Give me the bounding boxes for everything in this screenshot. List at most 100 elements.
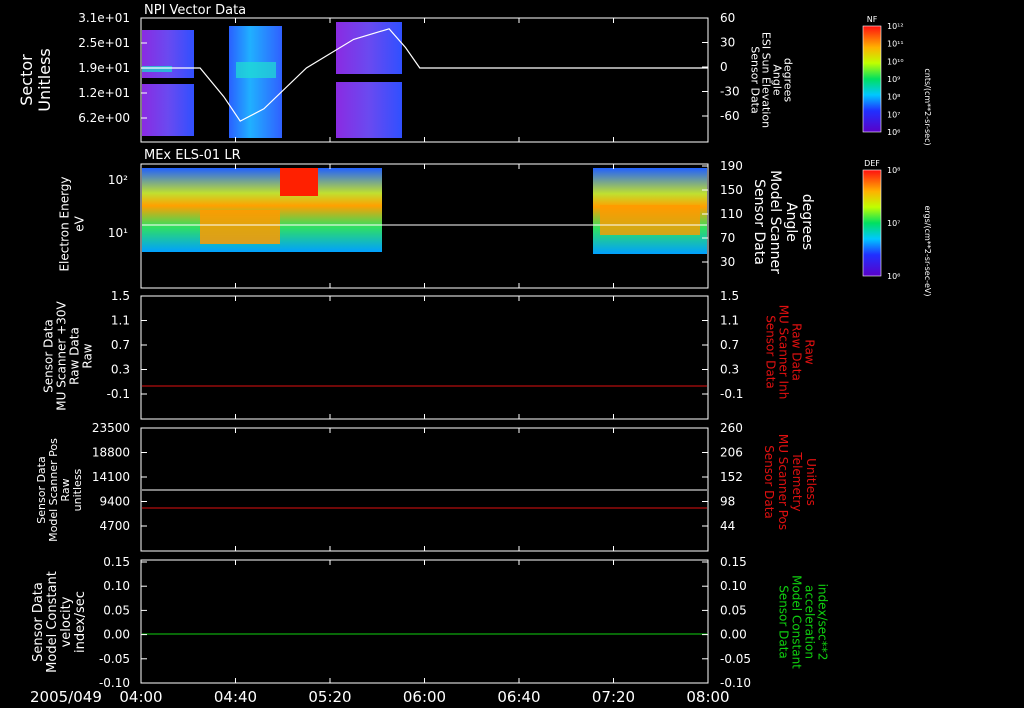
colorbar-tick: 10¹² <box>887 22 904 31</box>
panel3-left-label: Sensor Data <box>42 319 56 393</box>
right-tick-label: 44 <box>720 519 735 533</box>
left-tick-label: 0.3 <box>111 363 130 377</box>
right-tick-label: 110 <box>720 207 743 221</box>
panel5-right-label: acceleration <box>803 585 817 659</box>
panel2-title: MEx ELS-01 LR <box>144 148 241 163</box>
left-tick-label: 1.5 <box>111 289 130 303</box>
right-tick-label: 260 <box>720 421 743 435</box>
colorbar-title: DEF <box>864 159 880 168</box>
colorbar-tick: 10¹¹ <box>887 40 904 49</box>
colorbar-nf <box>862 25 882 133</box>
left-tick-label: 18800 <box>92 446 130 460</box>
right-tick-label: 60 <box>720 11 735 25</box>
right-tick-label: 0.7 <box>720 338 739 352</box>
panel1-frame <box>140 17 709 143</box>
left-tick-label: 1.2e+01 <box>78 86 130 100</box>
right-tick-label: 0.00 <box>720 628 747 642</box>
time-tick-label: 06:40 <box>497 688 540 706</box>
left-tick-label: 0.15 <box>103 555 130 569</box>
right-tick-label: 30 <box>720 36 735 50</box>
colorbar-tick: 10⁷ <box>887 110 900 119</box>
right-tick-label: 1.5 <box>720 289 739 303</box>
panel4-right-label: Unitless <box>804 458 818 506</box>
panel3-right-label: Raw <box>803 339 817 364</box>
panel1-ylabel: Sector <box>17 54 36 106</box>
panel2-ylabel: Electron Energy <box>58 176 72 271</box>
panel4-left-label: unitless <box>71 468 84 511</box>
right-tick-label: 0.15 <box>720 555 747 569</box>
left-tick-label: 14100 <box>92 470 130 484</box>
left-tick-label: 0.05 <box>103 603 130 617</box>
colorbar-tick: 10⁶ <box>887 272 900 281</box>
colorbar-tick: 10⁷ <box>887 219 900 228</box>
time-tick-label: 04:40 <box>214 688 257 706</box>
left-tick-label: 10² <box>108 173 128 187</box>
time-tick-label: 08:00 <box>686 688 729 706</box>
panel2-right-label: Model Scanner <box>767 170 783 274</box>
panel4-right-label: Sensor Data <box>762 445 776 519</box>
right-tick-label: 70 <box>720 231 735 245</box>
panel2-right-label: degrees <box>799 194 815 250</box>
colorbar-tick: 10⁸ <box>887 93 900 102</box>
left-tick-label: 23500 <box>92 421 130 435</box>
right-tick-label: 1.1 <box>720 314 739 328</box>
panel5-right-label: Sensor Data <box>777 585 791 659</box>
right-tick-label: 0.3 <box>720 363 739 377</box>
colorbar-title: NF <box>867 15 878 24</box>
right-tick-label: 0.10 <box>720 579 747 593</box>
panel2-right-label: Sensor Data <box>751 179 767 265</box>
right-tick-label: 152 <box>720 470 743 484</box>
panel1-right-label: degrees <box>782 58 795 103</box>
left-tick-label: -0.05 <box>99 652 130 666</box>
right-tick-label: 206 <box>720 446 743 460</box>
panel5-left-label: Sensor Data <box>31 582 46 662</box>
panel5-right-label: index/sec**2 <box>816 584 830 661</box>
panel3-left-label: Raw Data <box>68 327 82 385</box>
left-tick-label: 6.2e+00 <box>78 111 130 125</box>
panel3-left-label: MU Scanner +30V <box>55 301 69 411</box>
right-tick-label: -0.1 <box>720 387 743 401</box>
colorbar-tick: 10⁸ <box>887 166 900 175</box>
colorbar-units: ergs/(cm**2-sr-sec-eV) <box>923 205 932 296</box>
right-tick-label: 98 <box>720 495 735 509</box>
left-tick-label: 1.1 <box>111 314 130 328</box>
panel1-ylabel: Unitless <box>35 48 54 112</box>
right-tick-label: 0 <box>720 60 728 74</box>
colorbar-tick: 10¹⁰ <box>887 57 904 66</box>
panel2-ylabel: eV <box>73 215 87 231</box>
panel2-right-label: Angle <box>783 202 799 242</box>
left-tick-label: 0.00 <box>103 628 130 642</box>
time-tick-label: 07:20 <box>592 688 635 706</box>
right-tick-label: -60 <box>720 109 740 123</box>
date-label: 2005/049 <box>30 688 102 706</box>
left-tick-label: 0.7 <box>111 338 130 352</box>
colorbar-tick: 10⁶ <box>887 128 900 137</box>
right-tick-label: -30 <box>720 85 740 99</box>
panel4-right-label: MU Scanner Pos <box>776 434 790 530</box>
left-tick-label: 2.5e+01 <box>78 36 130 50</box>
panel5-frame <box>140 559 709 684</box>
panel3-left-label: Raw <box>81 343 95 368</box>
right-tick-label: 0.05 <box>720 603 747 617</box>
panel2-spectrogram <box>142 168 707 254</box>
right-tick-label: 190 <box>720 159 743 173</box>
right-tick-label: -0.05 <box>720 652 751 666</box>
left-tick-label: 0.10 <box>103 579 130 593</box>
panel3-right-label: Sensor Data <box>764 315 778 389</box>
colorbar-def <box>862 169 882 277</box>
panel1-spectrogram <box>142 22 402 138</box>
panel3-frame <box>140 295 709 420</box>
panel5-left-label: Model Constant <box>45 571 60 673</box>
left-tick-label: 10¹ <box>108 226 128 240</box>
plot-canvas: NPI Vector Data MEx ELS-01 LR 2005/049 0… <box>17 3 932 706</box>
colorbar-tick: 10⁹ <box>887 75 900 84</box>
right-tick-label: 30 <box>720 255 735 269</box>
colorbar-units: cnts/(cm**2-sr-sec) <box>923 68 932 145</box>
sun-elevation-line <box>141 28 708 122</box>
panel4-right-label: Telemetry <box>790 451 804 511</box>
panel5-left-label: velocity <box>59 596 74 647</box>
left-tick-label: 9400 <box>99 495 130 509</box>
left-tick-label: -0.10 <box>99 676 130 690</box>
right-tick-label: 150 <box>720 183 743 197</box>
panel1-title: NPI Vector Data <box>144 3 246 18</box>
